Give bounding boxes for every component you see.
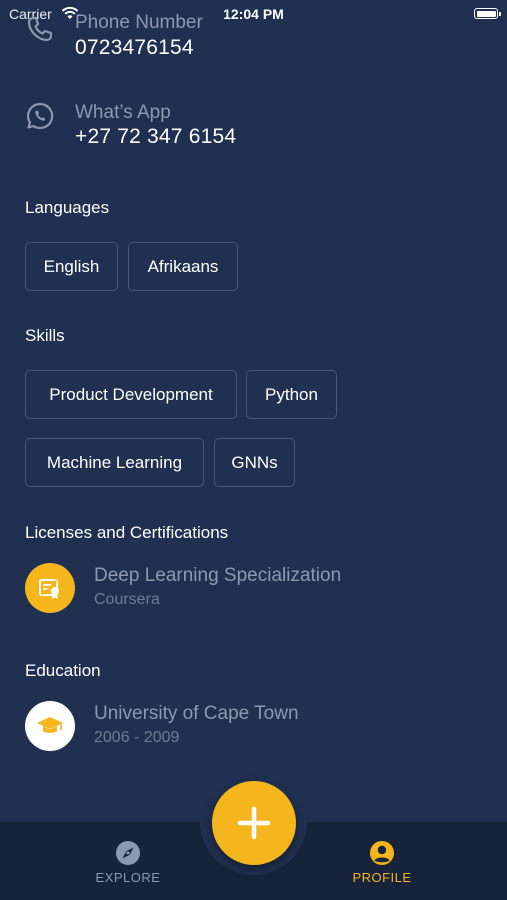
skill-chip-product-development[interactable]: Product Development [25,370,237,419]
certification-name: Deep Learning Specialization [94,565,342,586]
phone-value[interactable]: 0723476154 [75,36,194,60]
phone-icon [27,16,53,42]
skills-title: Skills [25,326,65,345]
certification-issuer: Coursera [94,591,160,608]
whatsapp-icon [27,102,54,130]
language-chip-english[interactable]: English [25,242,118,291]
profile-icon [370,841,394,865]
education-years: 2006 - 2009 [94,729,180,746]
skill-chip-gnns[interactable]: GNNs [214,438,295,487]
nav-explore-label: EXPLORE [95,870,161,885]
nav-profile-label: PROFILE [352,870,412,885]
language-chip-afrikaans[interactable]: Afrikaans [128,242,238,291]
education-item[interactable]: University of Cape Town 2006 - 2009 [25,701,485,753]
skill-chip-python[interactable]: Python [246,370,337,419]
skill-chip-machine-learning[interactable]: Machine Learning [25,438,204,487]
add-button[interactable] [212,781,296,865]
nav-explore[interactable]: EXPLORE [78,840,178,885]
plus-icon [237,806,271,840]
education-school: University of Cape Town [94,703,299,724]
graduation-cap-icon [25,701,75,751]
whatsapp-value[interactable]: +27 72 347 6154 [75,125,236,149]
phone-label: Phone Number [75,12,203,33]
compass-icon [116,841,140,865]
certificate-icon [25,563,75,613]
certification-item[interactable]: Deep Learning Specialization Coursera [25,563,485,615]
languages-title: Languages [25,198,110,217]
licenses-title: Licenses and Certifications [25,523,229,542]
education-title: Education [25,661,101,680]
battery-icon [474,8,501,19]
whatsapp-label: What’s App [75,102,171,123]
nav-profile[interactable]: PROFILE [332,840,432,885]
